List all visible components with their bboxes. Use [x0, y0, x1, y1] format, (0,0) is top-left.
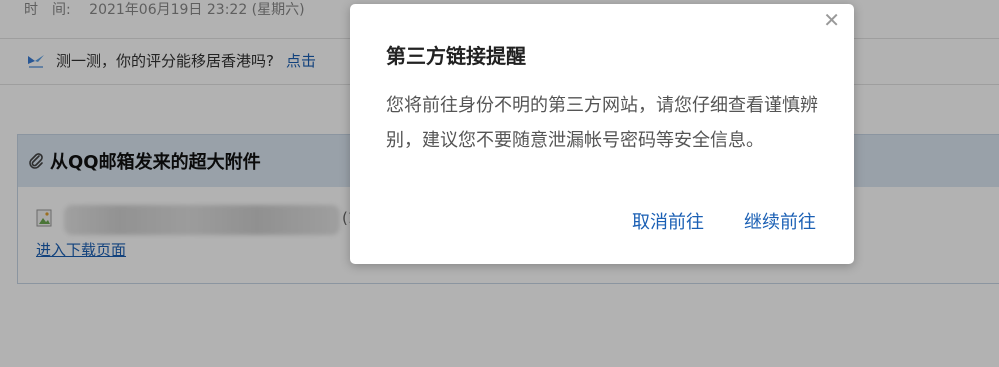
dialog-actions: 取消前往 继续前往 [632, 208, 816, 234]
dialog-message: 您将前往身份不明的第三方网站，请您仔细查看谨慎辨别，建议您不要随意泄漏帐号密码等… [386, 95, 818, 151]
close-icon[interactable]: ✕ [823, 10, 840, 30]
dialog-title: 第三方链接提醒 [386, 44, 526, 68]
third-party-link-dialog: ✕ 第三方链接提醒 您将前往身份不明的第三方网站，请您仔细查看谨慎辨别，建议您不… [350, 4, 854, 264]
cancel-button[interactable]: 取消前往 [632, 208, 704, 234]
continue-button[interactable]: 继续前往 [744, 208, 816, 234]
